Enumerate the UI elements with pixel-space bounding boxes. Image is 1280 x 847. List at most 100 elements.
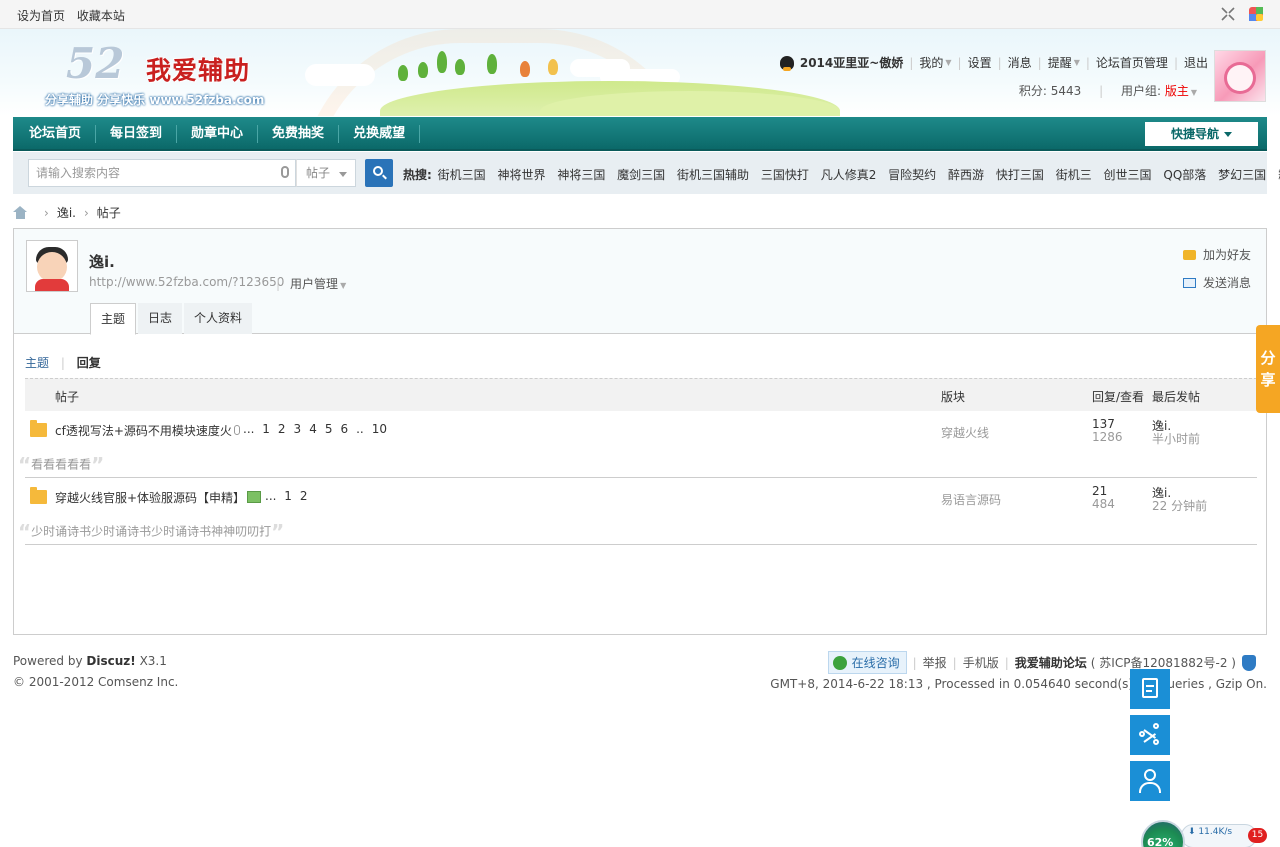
nav-exchange-prestige[interactable]: 兑换威望 bbox=[339, 125, 421, 143]
profile-header: 逸i. http://www.52fzba.com/?123650 | 用户管理 ▼… bbox=[14, 229, 1266, 335]
hot-keyword[interactable]: 街机三 bbox=[1056, 168, 1092, 182]
bookmark-link[interactable]: 收藏本站 bbox=[77, 9, 125, 23]
profile-avatar[interactable] bbox=[26, 240, 78, 292]
current-user-avatar[interactable] bbox=[1214, 50, 1266, 102]
hot-keyword[interactable]: 三国快打 bbox=[761, 168, 809, 182]
hot-keyword[interactable]: 街机三国辅助 bbox=[677, 168, 749, 182]
reply-quote-text[interactable]: 少时诵诗书少时诵诗书少时诵诗书神神叨叨打 bbox=[31, 525, 271, 539]
nav-free-lottery[interactable]: 免费抽奖 bbox=[258, 125, 340, 143]
user-group-value[interactable]: 版主 bbox=[1165, 84, 1189, 98]
page-link[interactable]: 1 bbox=[284, 489, 292, 503]
hot-keyword[interactable]: 街机三国 bbox=[438, 168, 486, 182]
search-type-select[interactable]: 帖子 bbox=[296, 159, 356, 187]
tab-threads[interactable]: 主题 bbox=[90, 303, 137, 335]
subtab-threads[interactable]: 主题 bbox=[25, 356, 49, 370]
main-content: 逸i. http://www.52fzba.com/?123650 | 用户管理 ▼… bbox=[13, 228, 1267, 635]
network-speed-widget[interactable]: 62% ⬇ 11.4K/s 15 bbox=[1141, 812, 1267, 847]
add-friend-button[interactable]: 加为好友 bbox=[1182, 246, 1251, 263]
messages-link[interactable]: 消息 bbox=[1008, 54, 1032, 71]
fullscreen-icon[interactable] bbox=[1220, 6, 1236, 22]
post-float-button[interactable] bbox=[1130, 669, 1170, 709]
hot-keyword[interactable]: 冒险契约 bbox=[888, 168, 936, 182]
user-float-button[interactable] bbox=[1130, 761, 1170, 801]
page-link[interactable]: 4 bbox=[309, 422, 317, 436]
quote-open-icon: “ bbox=[18, 453, 32, 477]
page-link[interactable]: 5 bbox=[325, 422, 333, 436]
thread-replies: 21 bbox=[1092, 484, 1108, 498]
set-home-link[interactable]: 设为首页 bbox=[17, 9, 65, 23]
tab-blog[interactable]: 日志 bbox=[138, 303, 183, 334]
hot-keyword[interactable]: 凡人修真2 bbox=[821, 168, 877, 182]
page-link[interactable]: 2 bbox=[278, 422, 286, 436]
page-link[interactable]: 1 bbox=[262, 422, 270, 436]
logo-text[interactable]: 我爱辅助 bbox=[146, 51, 250, 87]
thread-title[interactable]: 穿越火线官服+体验服源码【申精】 bbox=[55, 489, 245, 506]
nav-daily-signin[interactable]: 每日签到 bbox=[96, 125, 178, 143]
forum-admin-link[interactable]: 论坛首页管理 bbox=[1096, 54, 1168, 71]
hot-keyword[interactable]: 神将世界 bbox=[497, 168, 545, 182]
hot-keyword[interactable]: 创世三国 bbox=[1104, 168, 1152, 182]
last-post-time[interactable]: 半小时前 bbox=[1152, 430, 1200, 447]
points-link[interactable]: 积分: 5443 bbox=[1019, 84, 1081, 98]
share-side-tab[interactable]: 分享 bbox=[1256, 325, 1280, 413]
thread-forum[interactable]: 穿越火线 bbox=[941, 424, 989, 441]
thread-forum[interactable]: 易语言源码 bbox=[941, 491, 1001, 508]
separator: | bbox=[909, 55, 914, 70]
reply-quote-text[interactable]: 看看看看看 bbox=[31, 458, 91, 472]
page-link[interactable]: 10 bbox=[372, 422, 387, 436]
shield-icon[interactable] bbox=[1242, 654, 1256, 671]
hot-keyword[interactable]: 醉西游 bbox=[948, 168, 984, 182]
page-link[interactable]: 6 bbox=[340, 422, 348, 436]
username-link[interactable]: 2014亚里亚~傲娇 bbox=[800, 54, 903, 71]
send-message-button[interactable]: 发送消息 bbox=[1182, 274, 1251, 291]
page-link[interactable]: 3 bbox=[294, 422, 302, 436]
notification-badge: 15 bbox=[1248, 828, 1267, 843]
discuz-link[interactable]: Discuz! bbox=[86, 654, 135, 668]
share-float-button[interactable] bbox=[1130, 715, 1170, 755]
chevron-down-icon bbox=[1224, 132, 1232, 137]
thread-title[interactable]: cf透视写法+源码不用模块速度火 bbox=[55, 422, 232, 439]
online-consult-button[interactable]: 在线咨询 bbox=[827, 651, 907, 674]
profile-url[interactable]: http://www.52fzba.com/?123650 bbox=[89, 275, 284, 289]
breadcrumb-user[interactable]: 逸i. bbox=[57, 204, 76, 221]
hot-search-label: 热搜: bbox=[403, 168, 432, 182]
color-scheme-icon[interactable] bbox=[1248, 6, 1264, 22]
search-button[interactable] bbox=[365, 159, 393, 187]
footer-links: 在线咨询 | 举报 | 手机版 | 我爱辅助论坛 ( 苏ICP备12081882… bbox=[827, 651, 1256, 674]
tree-decoration bbox=[398, 65, 408, 81]
site-link[interactable]: 我爱辅助论坛 bbox=[1015, 654, 1087, 671]
profile-tabs: 主题 日志 个人资料 bbox=[90, 303, 254, 335]
report-link[interactable]: 举报 bbox=[923, 654, 947, 671]
nav-forum-home[interactable]: 论坛首页 bbox=[15, 125, 97, 143]
settings-link[interactable]: 设置 bbox=[968, 54, 992, 71]
mobile-link[interactable]: 手机版 bbox=[963, 654, 999, 671]
hot-keyword[interactable]: 魔剑三国 bbox=[617, 168, 665, 182]
separator: | bbox=[1099, 84, 1104, 98]
separator: | bbox=[957, 55, 962, 70]
user-icon bbox=[1144, 769, 1156, 781]
hot-keyword[interactable]: 神将三国 bbox=[557, 168, 605, 182]
my-menu[interactable]: 我的 bbox=[919, 54, 943, 71]
separator: | bbox=[1173, 55, 1178, 70]
house-decoration bbox=[520, 61, 530, 77]
main-nav: 论坛首页 每日签到 勋章中心 免费抽奖 兑换威望 快捷导航 bbox=[13, 117, 1267, 151]
search-input[interactable]: 请输入搜索内容 bbox=[28, 159, 296, 187]
nav-medal-center[interactable]: 勋章中心 bbox=[177, 125, 259, 143]
user-manage-menu[interactable]: | 用户管理 ▼ bbox=[276, 275, 346, 292]
column-replies-views: 回复/查看 bbox=[1092, 390, 1145, 404]
user-group-label[interactable]: 用户组: bbox=[1121, 84, 1165, 98]
page-link[interactable]: 2 bbox=[300, 489, 308, 503]
reminders-menu[interactable]: 提醒 bbox=[1048, 54, 1072, 71]
microphone-icon[interactable] bbox=[281, 166, 289, 178]
quick-nav-button[interactable]: 快捷导航 bbox=[1145, 122, 1258, 146]
subtab-replies[interactable]: 回复 bbox=[77, 356, 101, 370]
logo-number[interactable]: 52 bbox=[66, 39, 124, 88]
home-icon[interactable] bbox=[13, 206, 28, 219]
tab-profile[interactable]: 个人资料 bbox=[184, 303, 253, 334]
hot-keyword[interactable]: QQ部落 bbox=[1163, 168, 1206, 182]
last-post-time[interactable]: 22 分钟前 bbox=[1152, 497, 1207, 514]
logout-link[interactable]: 退出 bbox=[1184, 54, 1208, 71]
hot-keyword[interactable]: 快打三国 bbox=[996, 168, 1044, 182]
profile-name[interactable]: 逸i. bbox=[89, 251, 115, 272]
hot-keyword[interactable]: 梦幻三国 bbox=[1218, 168, 1266, 182]
